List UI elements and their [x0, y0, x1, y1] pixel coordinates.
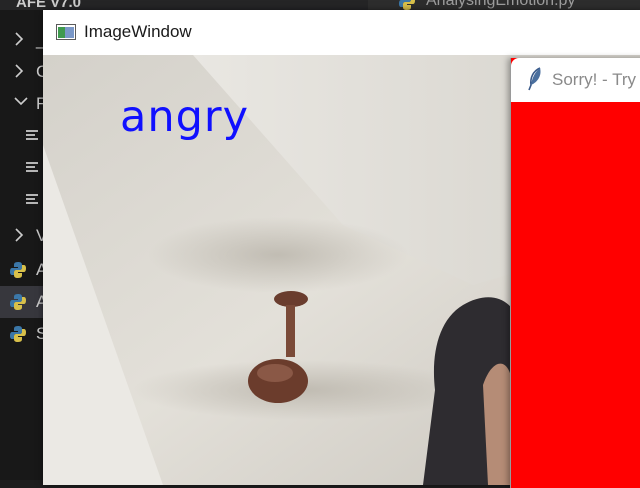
chevron-down-icon [14, 97, 28, 106]
text-file-icon [26, 130, 38, 140]
chevron-right-icon [15, 228, 24, 242]
python-file-icon [10, 262, 26, 278]
sorry-window-titlebar[interactable]: Sorry! - Try [511, 58, 640, 102]
sorry-window[interactable]: Sorry! - Try [510, 58, 640, 488]
tree-item-folder[interactable]: V [0, 220, 44, 252]
image-window-titlebar[interactable]: ImageWindow [43, 10, 640, 55]
text-file-icon [26, 162, 38, 172]
feather-icon [528, 67, 541, 91]
explorer-sidebar: _ C F V A A S [0, 10, 44, 480]
editor-tab-label: AnalysingEmotion.py [426, 0, 576, 9]
tree-item-file[interactable] [0, 184, 44, 216]
tree-item-folder[interactable]: _ [0, 24, 44, 56]
python-file-icon [10, 326, 26, 342]
sorry-window-title: Sorry! - Try [552, 70, 637, 89]
editor-tab[interactable]: AnalysingEmotion.py [368, 0, 640, 10]
tree-item-python-file-selected[interactable]: A [0, 286, 44, 318]
tree-item-file[interactable] [0, 120, 44, 152]
text-file-icon [26, 194, 38, 204]
chevron-right-icon [15, 64, 24, 78]
emotion-label: angry [120, 92, 250, 142]
image-window-title: ImageWindow [84, 22, 192, 41]
tree-item-python-file[interactable]: S [0, 318, 44, 350]
tree-item-folder[interactable]: F [0, 88, 44, 120]
python-file-icon [10, 294, 26, 310]
tree-item-python-file[interactable]: A [0, 254, 44, 286]
tree-item-folder[interactable]: C [0, 56, 44, 88]
chevron-right-icon [15, 32, 24, 46]
tree-item-file[interactable] [0, 152, 44, 184]
window-app-icon [56, 24, 76, 40]
